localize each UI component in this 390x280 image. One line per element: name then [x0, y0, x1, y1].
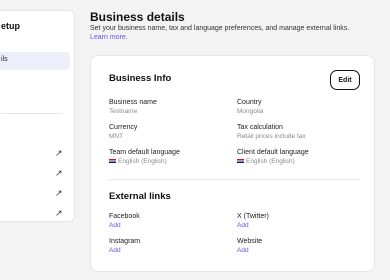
external-link-icon[interactable]: ↗ — [55, 149, 63, 158]
twitter-link-field: X (Twitter) Add — [237, 213, 269, 229]
sidebar-item-business-details[interactable]: ils — [0, 52, 70, 70]
business-info-heading: Business Info — [109, 73, 172, 84]
language-value: English (English) — [246, 158, 295, 165]
page-title: Business details — [90, 10, 185, 24]
external-link-icon[interactable]: ↗ — [55, 189, 63, 198]
field-label: Website — [237, 238, 263, 245]
uk-flag-icon — [237, 159, 244, 164]
facebook-link-field: Facebook Add — [109, 213, 140, 229]
field-label: Instagram — [109, 238, 141, 245]
client-language-field: Client default language English (English… — [237, 149, 309, 165]
sidebar-title: etup — [1, 21, 20, 31]
field-label: Team default language — [109, 149, 180, 156]
instagram-link-field: Instagram Add — [109, 238, 140, 254]
external-link-icon[interactable]: ↗ — [55, 209, 63, 218]
learn-more-link[interactable]: Learn more. — [90, 34, 128, 41]
field-label: X (Twitter) — [237, 213, 269, 220]
add-website-link[interactable]: Add — [237, 247, 262, 254]
country-field: Country Mongolia — [237, 99, 263, 115]
field-label: Country — [237, 99, 262, 106]
add-facebook-link[interactable]: Add — [109, 222, 140, 229]
business-name-field: Business name Testname — [109, 99, 157, 115]
external-link-icon[interactable]: ↗ — [55, 169, 63, 178]
field-value: MNT — [109, 133, 124, 140]
field-label: Client default language — [237, 149, 309, 156]
sidebar-item-label: ils — [1, 56, 8, 63]
field-label: Currency — [109, 124, 138, 131]
field-label: Business name — [109, 99, 157, 106]
field-value: English (English) — [109, 158, 180, 165]
add-twitter-link[interactable]: Add — [237, 222, 269, 229]
edit-button[interactable]: Edit — [330, 70, 360, 90]
language-value: English (English) — [118, 158, 167, 165]
website-link-field: Website Add — [237, 238, 262, 254]
field-label: Facebook — [109, 213, 140, 220]
field-value: Testname — [109, 108, 138, 115]
external-links-heading: External links — [109, 191, 171, 202]
settings-sidebar: etup ils ↗ ↗ ↗ ↗ — [0, 10, 75, 222]
add-instagram-link[interactable]: Add — [109, 247, 140, 254]
field-value: English (English) — [237, 158, 309, 165]
field-value: Retail prices include tax — [237, 133, 306, 140]
currency-field: Currency MNT — [109, 124, 137, 140]
sidebar-divider — [1, 113, 62, 114]
section-divider — [109, 179, 360, 180]
tax-calculation-field: Tax calculation Retail prices include ta… — [237, 124, 306, 140]
business-details-card: Business Info Edit Business name Testnam… — [90, 55, 375, 272]
team-language-field: Team default language English (English) — [109, 149, 180, 165]
field-label: Tax calculation — [237, 124, 283, 131]
uk-flag-icon — [109, 159, 116, 164]
page-description: Set your business name, tax and language… — [90, 25, 350, 32]
field-value: Mongolia — [237, 108, 264, 115]
